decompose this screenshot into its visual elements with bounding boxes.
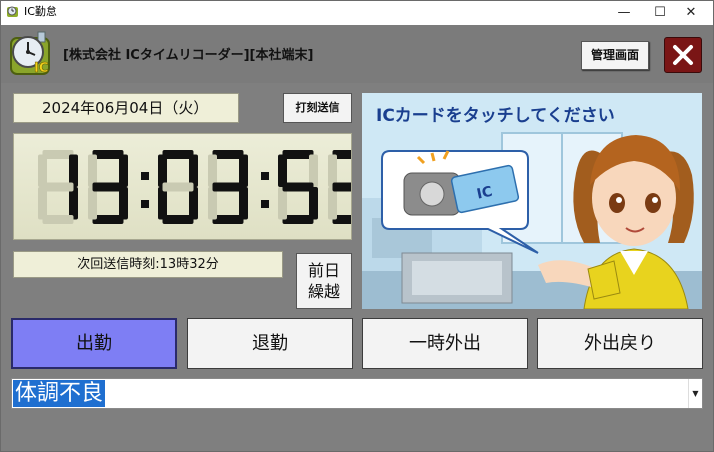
app-logo-icon: IC <box>10 31 50 76</box>
clock-digit-3-segment-f <box>208 154 217 187</box>
clock-digit-1-segment-g <box>92 182 124 192</box>
clock-digit-2-segment-a <box>162 150 194 159</box>
clock-digit-3-segment-a <box>212 150 244 159</box>
clock-digit-5-segment-e <box>328 187 337 220</box>
dropdown-arrow-icon[interactable]: ▼ <box>688 379 702 408</box>
clock-digit-0-segment-a <box>42 150 74 159</box>
carry-over-line2: 繰越 <box>307 282 340 301</box>
clock-digit-3-segment-g <box>212 182 244 192</box>
clock-digit-3-segment-b <box>239 154 248 187</box>
clock-colon-dot <box>261 200 269 208</box>
clock-digit-0-segment-c <box>69 187 78 220</box>
clock-digit-4-segment-c <box>309 187 318 220</box>
close-app-button[interactable] <box>664 37 702 73</box>
clock-digit-2-segment-e <box>158 187 167 220</box>
clock-digit-1-segment-f <box>88 154 97 187</box>
clock-digit-2-segment-f <box>158 154 167 187</box>
clock-digit-1-segment-b <box>119 154 128 187</box>
clock-digit-4-segment-e <box>278 187 287 220</box>
clock-colon-dot <box>141 172 149 180</box>
temporary-leave-button[interactable]: 一時外出 <box>362 318 528 369</box>
clock-digit-0-segment-e <box>38 187 47 220</box>
condition-select[interactable] <box>11 378 703 409</box>
clock-digit-2-segment-g <box>162 182 194 192</box>
clock-digit-1-segment-d <box>92 215 124 224</box>
clock-digit-2-segment-c <box>189 187 198 220</box>
app-icon <box>7 6 18 17</box>
clock-digit-1-segment-c <box>119 187 128 220</box>
clock-digit-3-segment-e <box>208 187 217 220</box>
digital-clock <box>13 133 368 240</box>
carry-over-line1: 前日 <box>307 261 340 280</box>
return-from-leave-button[interactable]: 外出戻り <box>537 318 703 369</box>
banner-card-label: IC <box>475 184 493 203</box>
clock-digit-1-segment-e <box>88 187 97 220</box>
stamp-send-button[interactable]: 打刻送信 <box>283 93 352 123</box>
clock-digit-2-segment-d <box>162 215 194 224</box>
window-close-button[interactable]: ✕ <box>668 0 714 25</box>
current-date: 2024年06月04日（火） <box>13 93 239 123</box>
clock-digit-3-segment-d <box>212 215 244 224</box>
clock-out-button[interactable]: 退勤 <box>187 318 353 369</box>
next-send-time: 次回送信時刻:13時32分 <box>13 251 283 278</box>
admin-screen-button[interactable]: 管理画面 <box>581 41 649 70</box>
clock-digit-4-segment-d <box>282 215 314 224</box>
clock-digit-4-segment-a <box>282 150 314 159</box>
clock-digit-3-segment-c <box>239 187 248 220</box>
banner-message: ICカードをタッチしてください <box>376 106 615 126</box>
window-title: IC勤怠 <box>24 5 57 18</box>
clock-in-button[interactable]: 出勤 <box>11 318 177 369</box>
condition-selected-value: 体調不良 <box>13 380 106 407</box>
clock-digit-2-segment-b <box>189 154 198 187</box>
clock-digit-5-segment-f <box>328 154 337 187</box>
clock-digit-0-segment-f <box>38 154 47 187</box>
svg-text:IC: IC <box>34 61 48 76</box>
carry-over-button[interactable]: 前日 繰越 <box>296 253 352 309</box>
clock-digit-1-segment-a <box>92 150 124 159</box>
clock-digits <box>38 150 368 224</box>
clock-digit-5-segment-g <box>332 182 364 192</box>
company-terminal-label: [株式会社 ICタイムリコーダー][本社端末] <box>63 48 314 63</box>
clock-digit-0-segment-b <box>69 154 78 187</box>
touch-card-banner: ICカードをタッチしてください IC <box>362 93 702 309</box>
touch-card-illustration: ICカードをタッチしてください IC <box>362 93 702 309</box>
clock-colon-dot <box>141 200 149 208</box>
clock-digit-4-segment-b <box>309 154 318 187</box>
clock-digit-0-segment-g <box>42 182 74 192</box>
clock-colon-dot <box>261 172 269 180</box>
clock-digit-0-segment-d <box>42 215 74 224</box>
close-icon <box>673 45 693 65</box>
clock-digit-4-segment-f <box>278 154 287 187</box>
clock-digit-4-segment-g <box>282 182 314 192</box>
